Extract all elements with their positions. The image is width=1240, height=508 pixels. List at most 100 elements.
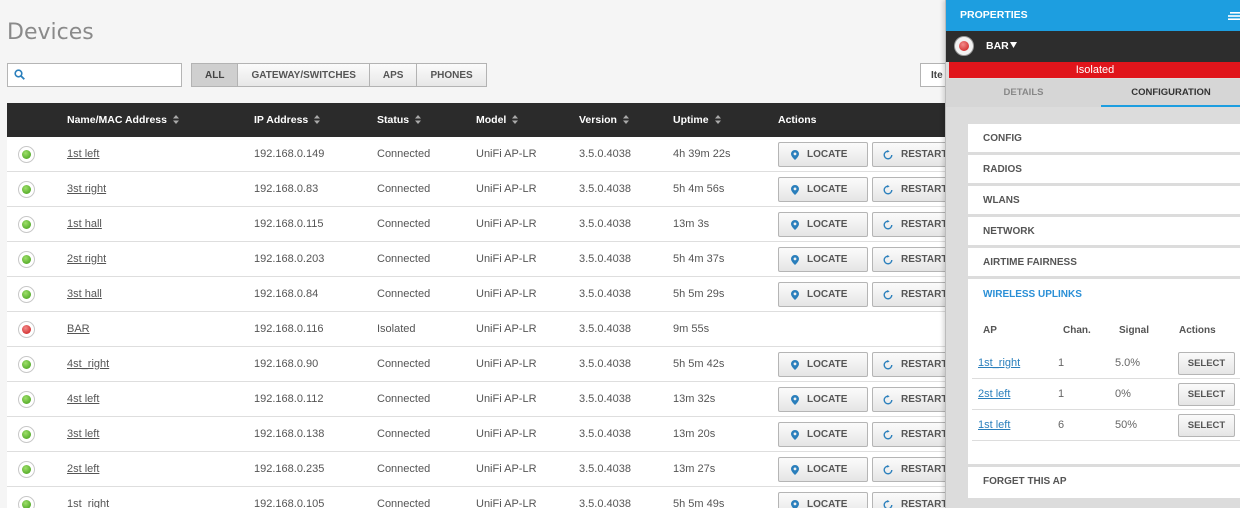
locate-button[interactable]: LOCATE	[778, 387, 868, 412]
version: 3.5.0.4038	[579, 148, 631, 160]
table-row[interactable]: 1st hall 192.168.0.115 Connected UniFi AP-L…	[7, 207, 962, 242]
uplink-ap-link[interactable]: 2st left	[978, 379, 1010, 409]
device-name-link[interactable]: 3st right	[67, 172, 106, 206]
table-row[interactable]: 2st left 192.168.0.235 Connected UniFi AP-L…	[7, 452, 962, 487]
status-text: Connected	[377, 428, 431, 440]
tab-details[interactable]: DETAILS	[946, 79, 1101, 107]
table-row[interactable]: BAR 192.168.0.116 Isolated UniFi AP-LR 3.5.0…	[7, 312, 952, 347]
column-header-name[interactable]: Name/MAC Address	[67, 103, 179, 137]
uplink-signal: 5.0%	[1115, 357, 1141, 369]
status-indicator-icon	[18, 496, 35, 508]
locate-label: LOCATE	[807, 499, 848, 508]
filter-aps-button[interactable]: APS	[368, 63, 418, 87]
table-row[interactable]: 1st_right 192.168.0.105 Connected UniFi AP-…	[7, 487, 962, 508]
column-header-uptime[interactable]: Uptime	[673, 103, 721, 137]
section-config[interactable]: CONFIG	[968, 124, 1240, 155]
section-wlans[interactable]: WLANS	[968, 186, 1240, 217]
version: 3.5.0.4038	[579, 323, 631, 335]
locate-button[interactable]: LOCATE	[778, 177, 868, 202]
column-header-ip[interactable]: IP Address	[254, 103, 321, 137]
table-row[interactable]: 3st hall 192.168.0.84 Connected UniFi AP-LR…	[7, 277, 962, 312]
device-name-link[interactable]: 4st left	[67, 382, 99, 416]
uplink-channel: 1	[1058, 388, 1065, 400]
uplinks-column-chan: Chan.	[1063, 325, 1091, 336]
column-header-version[interactable]: Version	[579, 103, 629, 137]
section-radios[interactable]: RADIOS	[968, 155, 1240, 186]
uplink-ap-link[interactable]: 1st_right	[978, 348, 1020, 378]
device-name-link[interactable]: 1st hall	[67, 207, 102, 241]
filter-all-button[interactable]: ALL	[191, 63, 239, 87]
sort-icon	[314, 114, 321, 124]
column-header-status[interactable]: Status	[377, 103, 422, 137]
device-name-link[interactable]: 2st left	[67, 452, 99, 486]
filter-phones-button[interactable]: PHONES	[416, 63, 487, 87]
locate-button[interactable]: LOCATE	[778, 352, 868, 377]
table-row[interactable]: 1st left 192.168.0.149 Connected UniFi AP-L…	[7, 137, 962, 172]
device-name-link[interactable]: 3st hall	[67, 277, 102, 311]
locate-button[interactable]: LOCATE	[778, 422, 868, 447]
uplink-select-button[interactable]: SELECT	[1178, 352, 1235, 375]
status-indicator-icon	[18, 251, 35, 268]
ip-address: 192.168.0.138	[254, 428, 325, 440]
tab-configuration[interactable]: CONFIGURATION	[1101, 79, 1240, 107]
device-name-link[interactable]: 2st right	[67, 242, 106, 276]
locate-button[interactable]: LOCATE	[778, 142, 868, 167]
restart-icon	[883, 429, 893, 439]
restart-label: RESTART	[901, 499, 948, 508]
location-pin-icon	[791, 499, 799, 508]
uptime: 13m 3s	[673, 218, 710, 230]
device-name-link[interactable]: 1st_right	[67, 487, 109, 508]
locate-button[interactable]: LOCATE	[778, 282, 868, 307]
restart-icon	[883, 394, 893, 404]
panel-title: PROPERTIES	[960, 9, 1028, 21]
section-network[interactable]: NETWORK	[968, 217, 1240, 248]
uplink-select-button[interactable]: SELECT	[1178, 414, 1235, 437]
ip-address: 192.168.0.105	[254, 498, 325, 508]
table-body: 1st left 192.168.0.149 Connected UniFi AP-L…	[7, 137, 962, 508]
table-row[interactable]: 4st_right 192.168.0.90 Connected UniFi AP-L…	[7, 347, 962, 382]
uplink-channel: 6	[1058, 419, 1065, 431]
uplink-select-button[interactable]: SELECT	[1178, 383, 1235, 406]
restart-label: RESTART	[901, 394, 948, 405]
section-airtime-fairness[interactable]: AIRTIME FAIRNESS	[968, 248, 1240, 279]
status-text: Connected	[377, 253, 431, 265]
uptime: 13m 27s	[673, 463, 716, 475]
device-selector[interactable]: BAR	[946, 31, 1240, 62]
restart-label: RESTART	[901, 429, 948, 440]
locate-button[interactable]: LOCATE	[778, 247, 868, 272]
model: UniFi AP-LR	[476, 498, 537, 508]
table-row[interactable]: 4st left 192.168.0.112 Connected UniFi AP-L…	[7, 382, 962, 417]
isolated-banner: Isolated	[949, 62, 1240, 78]
search-box[interactable]	[7, 63, 182, 87]
device-name-link[interactable]: BAR	[67, 312, 90, 346]
table-row[interactable]: 3st right 192.168.0.83 Connected UniFi AP-L…	[7, 172, 962, 207]
status-indicator-icon	[18, 391, 35, 408]
status-indicator-icon	[18, 216, 35, 233]
properties-panel: PROPERTIES BAR Isolated DETAILS CONFIGUR…	[945, 0, 1240, 508]
locate-button[interactable]: LOCATE	[778, 492, 868, 508]
uplink-ap-link[interactable]: 1st left	[978, 410, 1010, 440]
panel-menu-icon[interactable]	[1228, 12, 1240, 20]
ip-address: 192.168.0.115	[254, 218, 324, 230]
search-input[interactable]	[30, 66, 175, 84]
device-name-link[interactable]: 3st left	[67, 417, 99, 451]
table-header: Name/MAC Address IP Address Status Model…	[7, 103, 952, 137]
locate-button[interactable]: LOCATE	[778, 457, 868, 482]
model: UniFi AP-LR	[476, 323, 537, 335]
version: 3.5.0.4038	[579, 358, 631, 370]
uplink-row: 2st left 1 0% SELECT	[972, 379, 1240, 410]
uplink-row: 1st_right 1 5.0% SELECT	[972, 348, 1240, 379]
table-row[interactable]: 2st right 192.168.0.203 Connected UniFi AP-…	[7, 242, 962, 277]
version: 3.5.0.4038	[579, 183, 631, 195]
column-header-model[interactable]: Model	[476, 103, 519, 137]
device-name-link[interactable]: 4st_right	[67, 347, 109, 381]
forget-ap-button[interactable]: FORGET THIS AP	[968, 467, 1240, 498]
ip-address: 192.168.0.203	[254, 253, 325, 265]
table-row[interactable]: 3st left 192.168.0.138 Connected UniFi AP-L…	[7, 417, 962, 452]
version: 3.5.0.4038	[579, 393, 631, 405]
filter-gateway-switches-button[interactable]: GATEWAY/SWITCHES	[237, 63, 370, 87]
device-name-link[interactable]: 1st left	[67, 137, 99, 171]
ip-address: 192.168.0.112	[254, 393, 324, 405]
wireless-uplinks-title[interactable]: WIRELESS UPLINKS	[983, 279, 1082, 310]
locate-button[interactable]: LOCATE	[778, 212, 868, 237]
